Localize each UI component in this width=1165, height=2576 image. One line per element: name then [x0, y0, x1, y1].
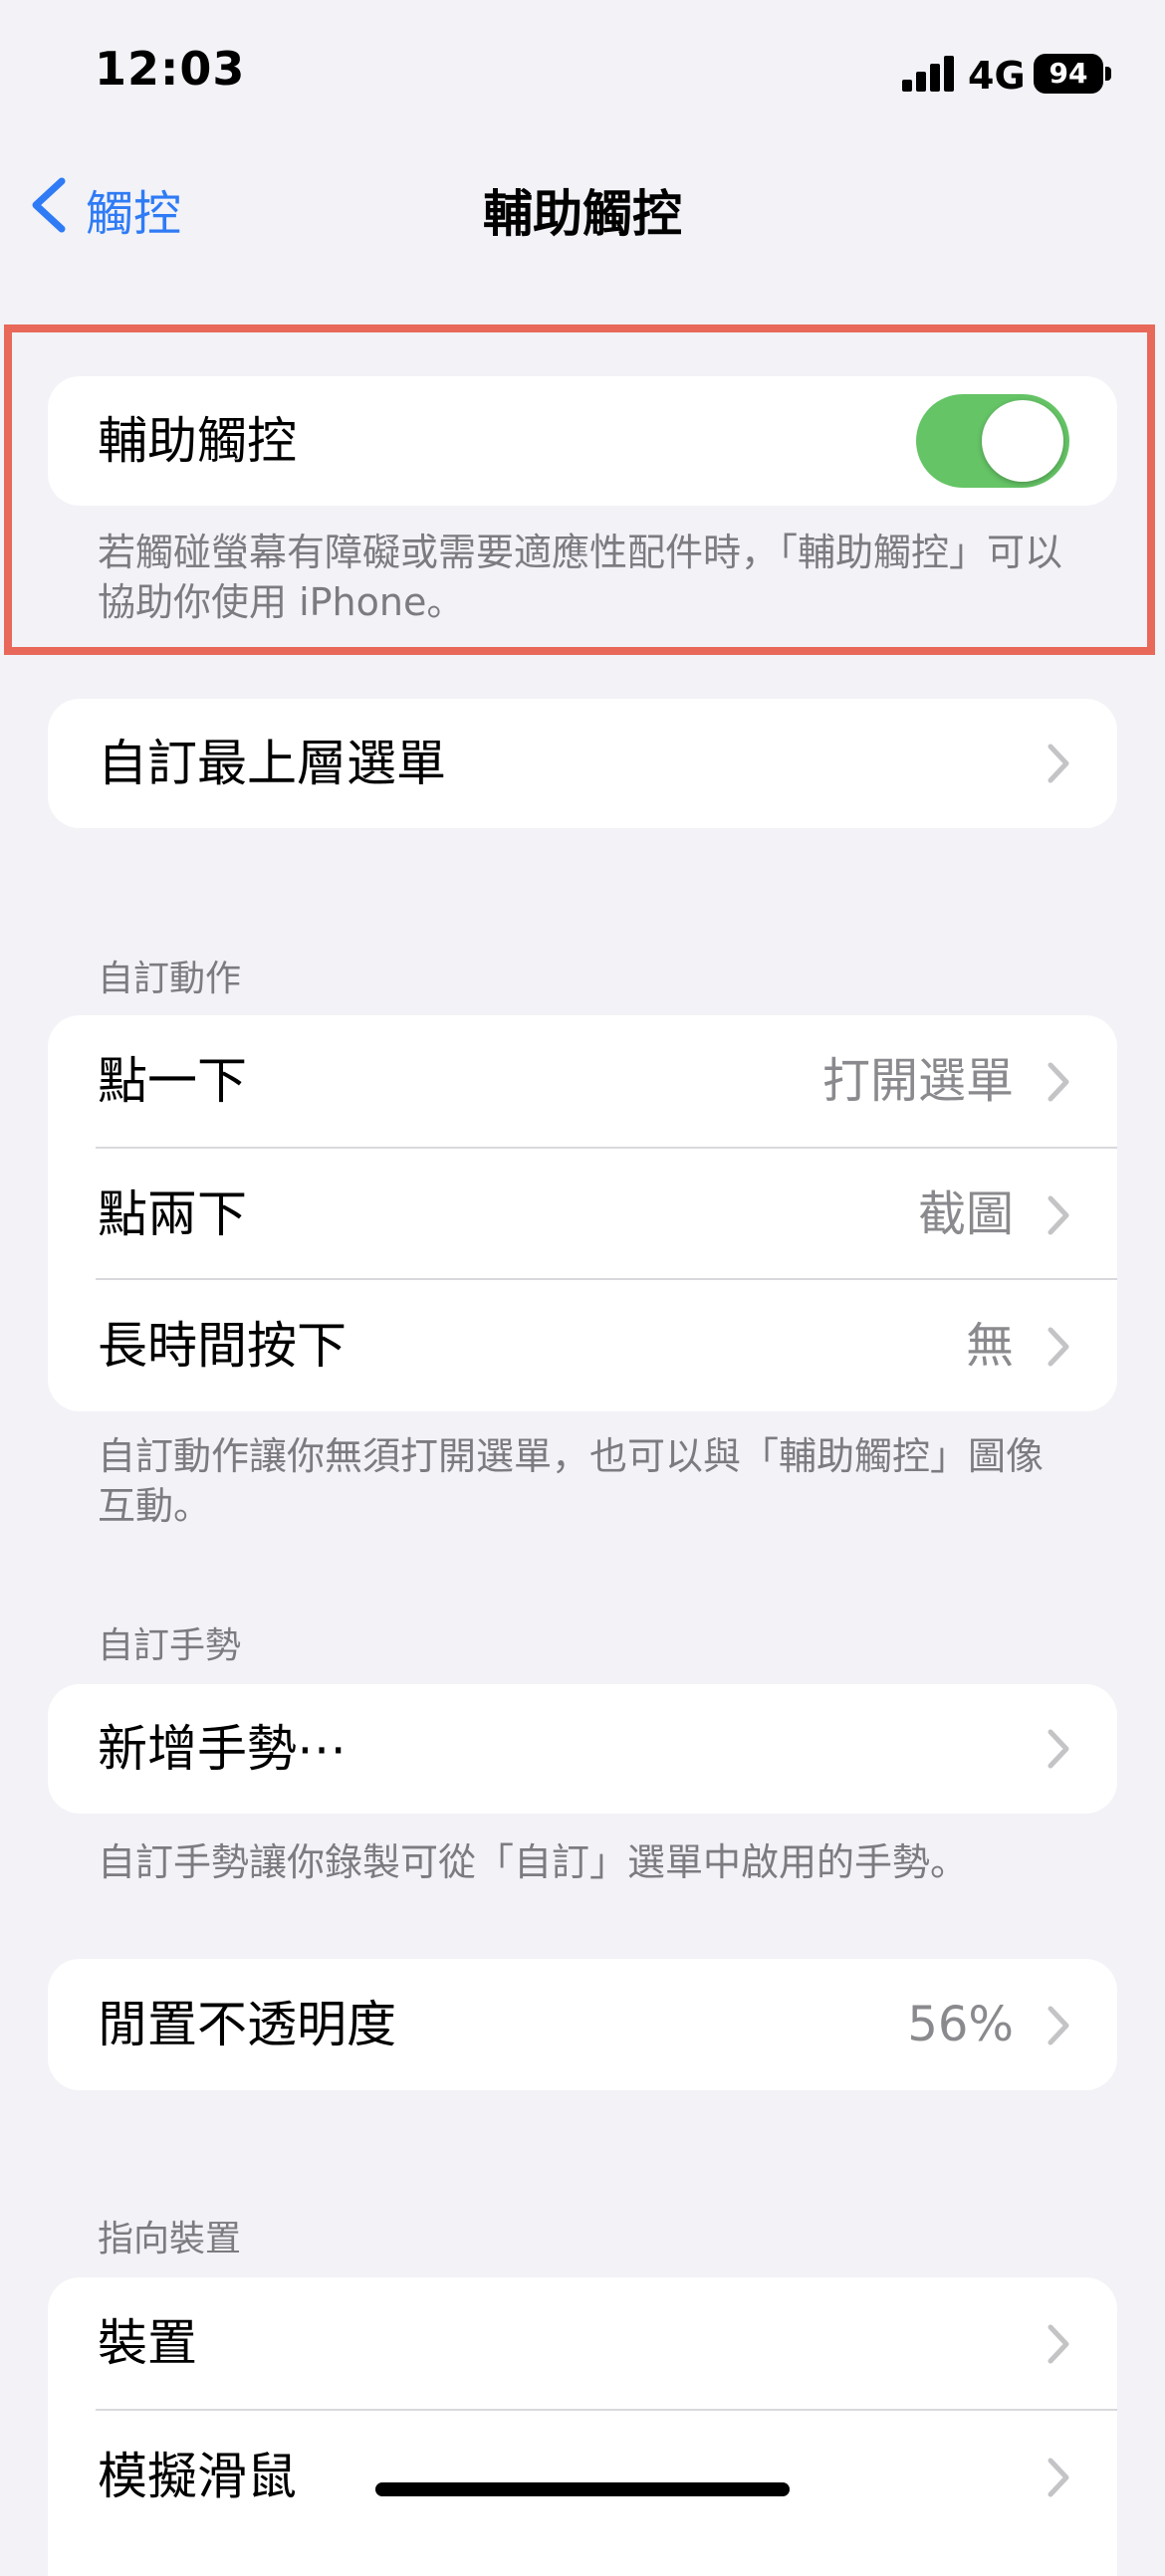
- customize-top-menu-label: 自訂最上層選單: [98, 735, 446, 792]
- double-tap-label: 點兩下: [98, 1185, 247, 1243]
- pointer-devices-card: 裝置 模擬滑鼠: [48, 2277, 1117, 2576]
- single-tap-label: 點一下: [98, 1052, 247, 1110]
- add-gesture-label: 新增手勢⋯: [98, 1720, 347, 1778]
- long-press-row[interactable]: 長時間按下 無: [48, 1280, 1117, 1411]
- chevron-right-icon: [1048, 1729, 1069, 1769]
- chevron-right-icon: [1048, 2006, 1069, 2045]
- long-press-value: 無: [965, 1318, 1014, 1374]
- network-type: 4G: [968, 54, 1026, 98]
- single-tap-row[interactable]: 點一下 打開選單: [48, 1015, 1117, 1147]
- mouse-keys-row[interactable]: 模擬滑鼠: [48, 2411, 1117, 2542]
- customize-top-menu-row[interactable]: 自訂最上層選單: [48, 699, 1117, 828]
- chevron-right-icon: [1048, 1195, 1069, 1235]
- long-press-label: 長時間按下: [98, 1317, 347, 1375]
- custom-gestures-header: 自訂手勢: [98, 1625, 242, 1666]
- double-tap-row[interactable]: 點兩下 截圖: [48, 1149, 1117, 1280]
- chevron-right-icon: [1048, 744, 1069, 783]
- double-tap-value: 截圖: [917, 1186, 1014, 1242]
- cellular-signal-icon: [902, 56, 954, 92]
- mouse-keys-label: 模擬滑鼠: [98, 2448, 297, 2505]
- battery-icon: 94: [1034, 54, 1103, 94]
- page-title: 輔助觸控: [483, 185, 682, 243]
- top-menu-card: 自訂最上層選單: [48, 699, 1117, 828]
- status-time: 12:03: [95, 42, 246, 96]
- chevron-right-icon: [1048, 1327, 1069, 1367]
- idle-opacity-row[interactable]: 閒置不透明度 56%: [48, 1959, 1117, 2090]
- custom-gestures-card: 新增手勢⋯: [48, 1684, 1117, 1814]
- chevron-right-icon: [1048, 2324, 1069, 2364]
- devices-label: 裝置: [98, 2314, 197, 2372]
- custom-actions-footer: 自訂動作讓你無須打開選單，也可以與「輔助觸控」圖像互動。: [98, 1434, 1045, 1528]
- add-gesture-row[interactable]: 新增手勢⋯: [48, 1684, 1117, 1814]
- idle-opacity-card: 閒置不透明度 56%: [48, 1959, 1117, 2090]
- devices-row[interactable]: 裝置: [48, 2277, 1117, 2409]
- home-indicator[interactable]: [375, 2482, 790, 2496]
- idle-opacity-value: 56%: [907, 1997, 1014, 2052]
- pointer-devices-header: 指向裝置: [98, 2219, 242, 2259]
- chevron-right-icon: [1048, 1062, 1069, 1102]
- battery-tip: [1105, 67, 1111, 81]
- chevron-right-icon: [1048, 2458, 1069, 2497]
- highlight-box: [4, 324, 1155, 655]
- custom-actions-header: 自訂動作: [98, 959, 242, 999]
- custom-gestures-footer: 自訂手勢讓你錄製可從「自訂」選單中啟用的手勢。: [98, 1840, 969, 1884]
- custom-actions-card: 點一下 打開選單 點兩下 截圖 長時間按下 無: [48, 1015, 1117, 1411]
- idle-opacity-label: 閒置不透明度: [98, 1996, 396, 2053]
- single-tap-value: 打開選單: [821, 1053, 1014, 1109]
